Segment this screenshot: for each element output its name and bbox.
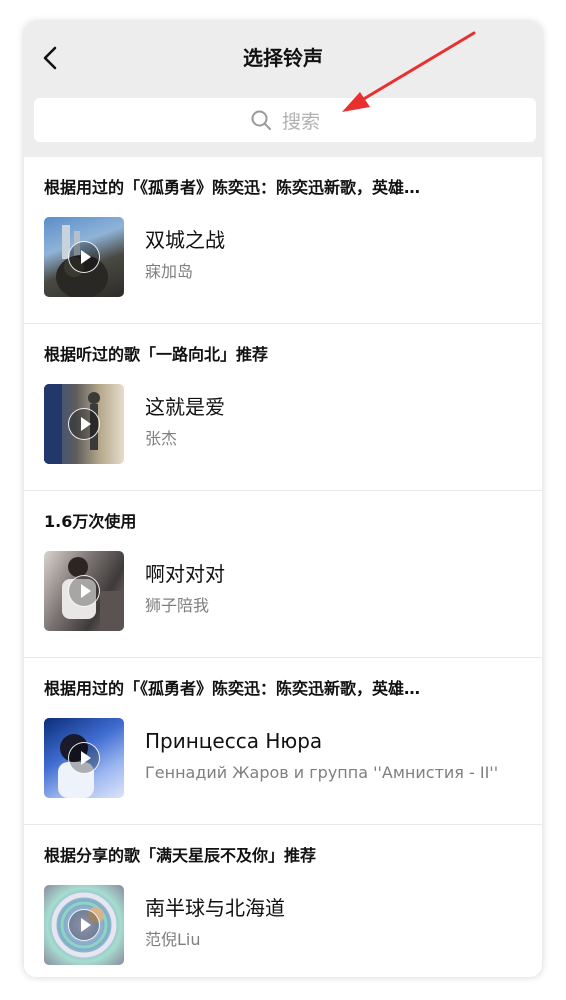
album-cover bbox=[44, 885, 124, 965]
song-artist: 寐加岛 bbox=[145, 262, 194, 281]
song-item[interactable]: 这就是爱 张杰 bbox=[44, 384, 534, 466]
song-artist: 狮子陪我 bbox=[145, 596, 210, 615]
recommendation-section: 根据用过的「《孤勇者》陈奕迅：陈奕迅新歌，英雄… 双城之战 寐加岛 bbox=[24, 157, 542, 324]
song-title: 双城之战 bbox=[145, 228, 225, 252]
ringtone-list: 根据用过的「《孤勇者》陈奕迅：陈奕迅新歌，英雄… 双城之战 寐加岛 根据听过的歌… bbox=[24, 157, 542, 977]
song-item[interactable]: 啊对对对 狮子陪我 bbox=[44, 551, 534, 633]
search-icon bbox=[251, 110, 271, 130]
play-icon bbox=[68, 742, 100, 774]
album-cover bbox=[44, 217, 124, 297]
play-icon bbox=[68, 408, 100, 440]
recommendation-reason: 根据分享的歌「满天星辰不及你」推荐 bbox=[44, 846, 317, 865]
recommendation-section: 根据用过的「《孤勇者》陈奕迅：陈奕迅新歌，英雄… Принцесса Нюра … bbox=[24, 658, 542, 825]
recommendation-reason: 1.6万次使用 bbox=[44, 512, 137, 531]
recommendation-section: 根据分享的歌「满天星辰不及你」推荐 南半球与北海道 范倪Liu bbox=[24, 825, 542, 977]
recommendation-reason: 根据用过的「《孤勇者》陈奕迅：陈奕迅新歌，英雄… bbox=[44, 679, 421, 698]
song-item[interactable]: 南半球与北海道 范倪Liu bbox=[44, 885, 534, 967]
song-title: 南半球与北海道 bbox=[145, 896, 285, 920]
page-title: 选择铃声 bbox=[243, 46, 323, 70]
album-cover bbox=[44, 384, 124, 464]
song-artist: 张杰 bbox=[145, 429, 178, 448]
play-icon bbox=[68, 575, 100, 607]
recommendation-section: 根据听过的歌「一路向北」推荐 这就是爱 张杰 bbox=[24, 324, 542, 491]
recommendation-section: 1.6万次使用 啊对对对 狮子陪我 bbox=[24, 491, 542, 658]
song-artist: 范倪Liu bbox=[145, 930, 201, 949]
song-item[interactable]: Принцесса Нюра Геннадий Жаров и группа '… bbox=[44, 718, 534, 800]
song-title: Принцесса Нюра bbox=[145, 729, 323, 753]
recommendation-reason: 根据用过的「《孤勇者》陈奕迅：陈奕迅新歌，英雄… bbox=[44, 178, 421, 197]
album-cover bbox=[44, 551, 124, 631]
search-bar[interactable]: 搜索 bbox=[34, 98, 536, 142]
play-icon bbox=[68, 241, 100, 273]
song-artist: Геннадий Жаров и группа ''Амнистия - II'… bbox=[145, 763, 499, 782]
recommendation-reason: 根据听过的歌「一路向北」推荐 bbox=[44, 345, 269, 364]
search-placeholder: 搜索 bbox=[281, 110, 320, 133]
song-title: 这就是爱 bbox=[145, 395, 225, 419]
song-item[interactable]: 双城之战 寐加岛 bbox=[44, 217, 534, 299]
ringtone-picker-screen: 选择铃声 搜索 根据用过的「《孤勇者》陈奕迅：陈奕迅新歌，英雄… 双城之战 寐加… bbox=[24, 22, 542, 977]
play-icon bbox=[68, 909, 100, 941]
top-bar: 选择铃声 搜索 bbox=[24, 22, 542, 157]
song-title: 啊对对对 bbox=[145, 562, 225, 586]
album-cover bbox=[44, 718, 124, 798]
